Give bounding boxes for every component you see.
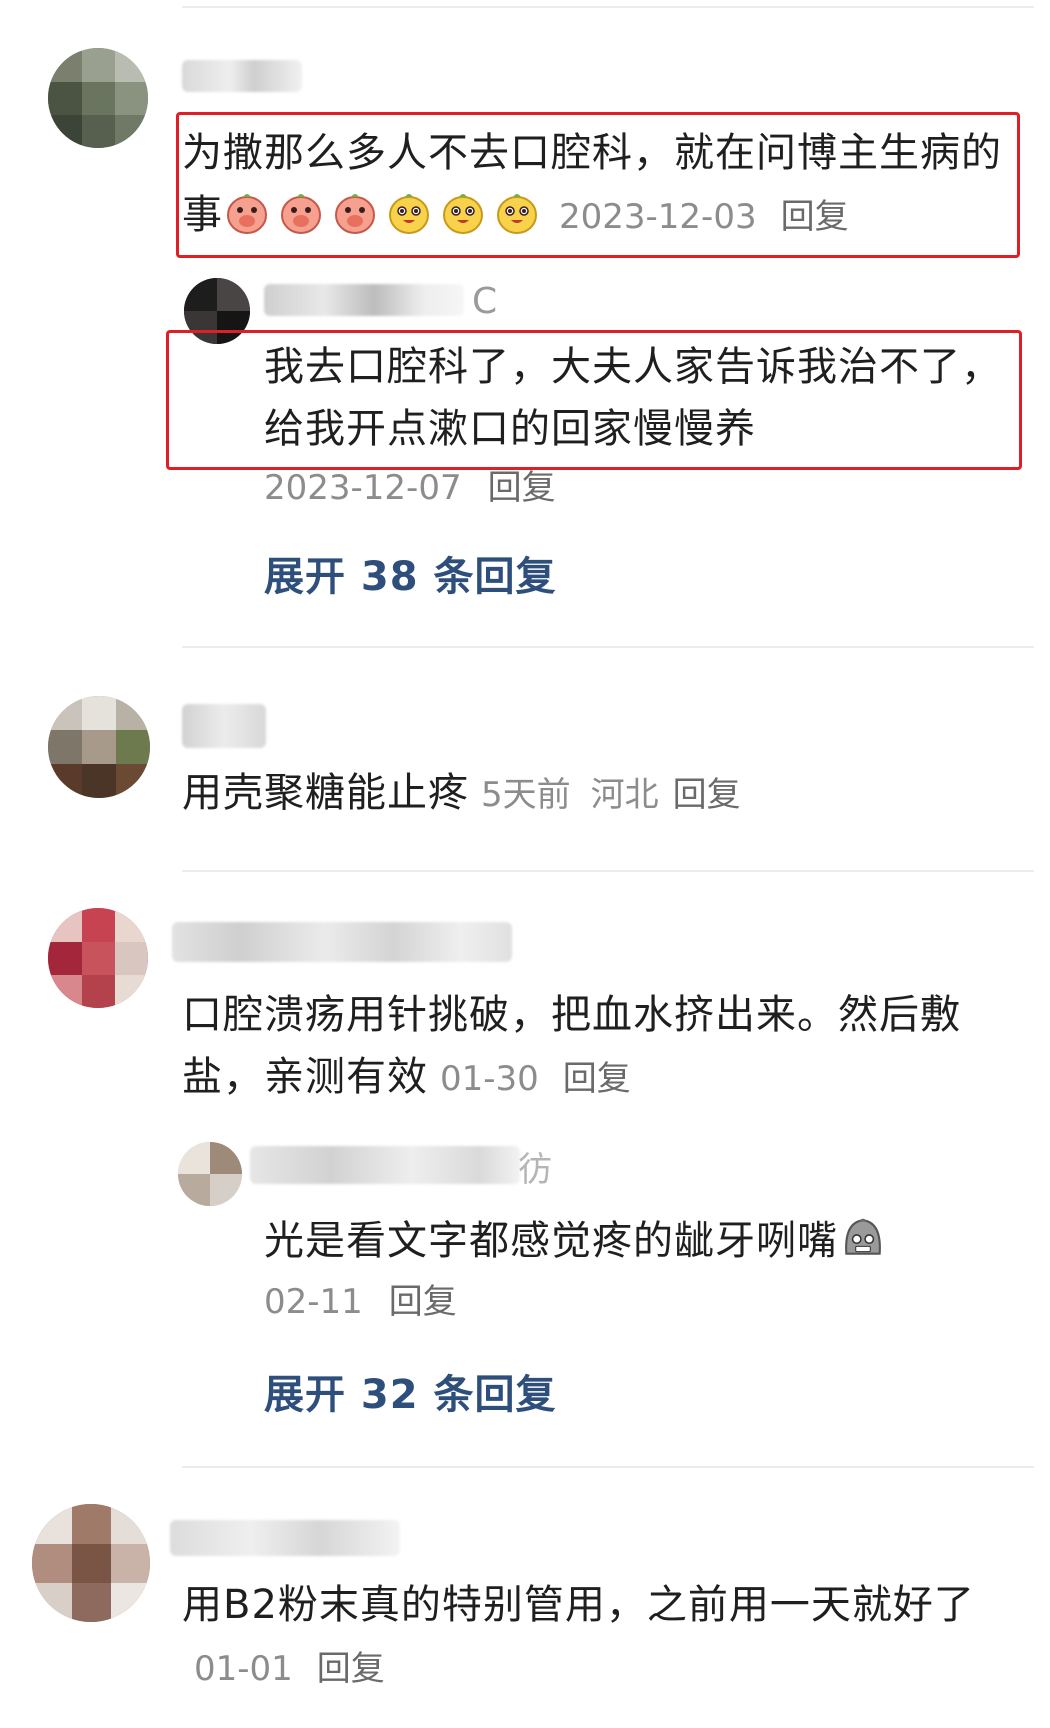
divider xyxy=(182,6,1034,8)
sub-reply-time: 02-11 xyxy=(264,1282,363,1322)
username-suffix[interactable]: 彷 xyxy=(518,1148,552,1192)
expand-replies-link[interactable]: 展开 32 条回复 xyxy=(264,1362,557,1420)
comment-text-content: 用壳聚糖能止疼 xyxy=(182,770,469,816)
username-blurred[interactable] xyxy=(170,1520,400,1556)
comment-location: 河北 xyxy=(590,775,659,815)
username-blurred[interactable] xyxy=(172,922,512,962)
reply-button[interactable]: 回复 xyxy=(317,1649,385,1689)
comment-text-content: 用B2粉末真的特别管用，之前用一天就好了 xyxy=(182,1582,975,1628)
divider xyxy=(182,646,1034,648)
expand-replies-link[interactable]: 展开 38 条回复 xyxy=(264,544,557,602)
username-blurred[interactable] xyxy=(250,1146,520,1184)
comment-time: 01-30 xyxy=(440,1059,539,1099)
username-blurred[interactable] xyxy=(182,60,302,92)
comment-text: 口腔溃疡用针挑破，把血水挤出来。然后敷盐，亲测有效 01-30 回复 xyxy=(182,984,1012,1110)
sub-reply-time: 2023-12-07 xyxy=(264,468,462,508)
comment-time: 01-01 xyxy=(194,1649,293,1689)
comment-text: 用壳聚糖能止疼 5天前 河北 回复 xyxy=(182,762,1002,826)
reply-button[interactable]: 回复 xyxy=(488,468,556,508)
highlight-box xyxy=(176,112,1020,258)
sub-reply-meta: 2023-12-07 回复 xyxy=(264,466,556,510)
avatar[interactable] xyxy=(32,1504,150,1622)
avatar[interactable] xyxy=(178,1142,242,1206)
avatar[interactable] xyxy=(48,908,148,1008)
reply-button[interactable]: 回复 xyxy=(673,775,741,815)
divider xyxy=(182,870,1034,872)
reply-button[interactable]: 回复 xyxy=(563,1059,631,1099)
sub-reply-text-content: 光是看文字都感觉疼的龇牙咧嘴 xyxy=(264,1218,838,1264)
username-blurred[interactable] xyxy=(182,704,266,748)
gray-grimace-emoji xyxy=(845,1218,881,1255)
comment-time: 5天前 xyxy=(481,775,571,815)
highlight-box xyxy=(166,330,1022,470)
username-suffix[interactable]: C xyxy=(472,280,497,324)
comment-text: 用B2粉末真的特别管用，之前用一天就好了 01-01 回复 xyxy=(182,1574,1012,1700)
username-blurred[interactable] xyxy=(264,284,464,316)
avatar[interactable] xyxy=(48,696,150,798)
reply-button[interactable]: 回复 xyxy=(389,1282,457,1322)
avatar[interactable] xyxy=(48,48,148,148)
sub-reply-meta: 02-11 回复 xyxy=(264,1280,457,1324)
sub-reply-text: 光是看文字都感觉疼的龇牙咧嘴 xyxy=(264,1210,1014,1272)
divider xyxy=(182,1466,1034,1468)
